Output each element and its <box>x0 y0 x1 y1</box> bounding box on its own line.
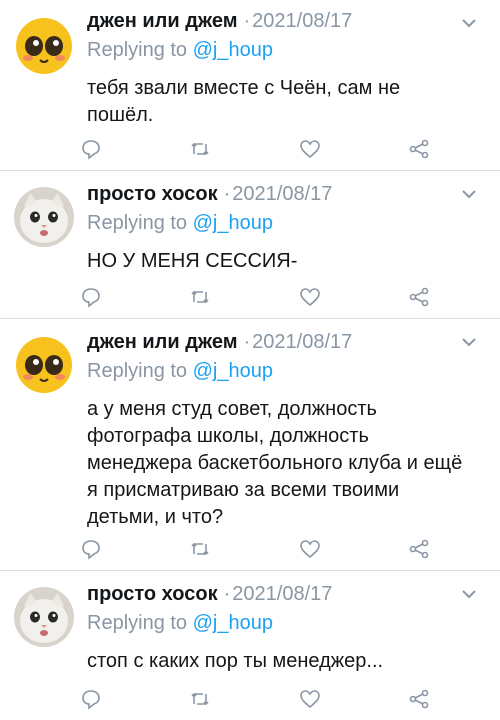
share-icon[interactable] <box>408 138 430 160</box>
chevron-down-icon[interactable] <box>460 585 478 603</box>
emoji-avatar-icon <box>16 18 72 74</box>
timeline: джен или джем · 2021/08/17 Replying to @… <box>0 0 500 720</box>
tweet-actions <box>80 688 430 710</box>
avatar[interactable] <box>14 587 74 647</box>
timestamp[interactable]: 2021/08/17 <box>232 583 332 606</box>
timestamp[interactable]: 2021/08/17 <box>252 331 352 354</box>
avatar[interactable] <box>14 16 74 76</box>
replying-to-label: Replying to <box>87 612 188 634</box>
retweet-icon[interactable] <box>189 286 211 308</box>
chevron-down-icon[interactable] <box>460 333 478 351</box>
replying-to-handle[interactable]: @j_houp <box>193 360 273 382</box>
tweet-text: тебя звали вместе с Чеён, сам не пошёл. <box>87 77 401 126</box>
replying-to-handle[interactable]: @j_houp <box>193 612 273 634</box>
share-icon[interactable] <box>408 688 430 710</box>
retweet-icon[interactable] <box>189 688 211 710</box>
tweet-actions <box>80 286 430 308</box>
replying-to-label: Replying to <box>87 212 188 234</box>
replying-to: Replying to @j_houp <box>87 612 480 638</box>
tweet-text: НО У МЕНЯ СЕССИЯ- <box>87 250 298 272</box>
separator: · <box>243 10 251 32</box>
avatar[interactable] <box>14 335 74 395</box>
author-name[interactable]: джен или джем <box>87 10 238 33</box>
timestamp[interactable]: 2021/08/17 <box>252 10 352 33</box>
retweet-icon[interactable] <box>189 138 211 160</box>
tweet-actions <box>80 138 430 160</box>
tweet-text: стоп с каких пор ты менеджер... <box>87 650 384 672</box>
tweet[interactable]: просто хосок · 2021/08/17 Replying to @j… <box>0 171 500 319</box>
replying-to-handle[interactable]: @j_houp <box>193 212 273 234</box>
like-icon[interactable] <box>299 286 321 308</box>
author-name[interactable]: просто хосок <box>87 583 218 606</box>
like-icon[interactable] <box>299 688 321 710</box>
replying-to: Replying to @j_houp <box>87 360 480 386</box>
cat-avatar-icon <box>14 587 74 647</box>
reply-icon[interactable] <box>80 538 102 560</box>
avatar[interactable] <box>14 187 74 247</box>
separator: · <box>223 183 231 205</box>
like-icon[interactable] <box>299 138 321 160</box>
replying-to-label: Replying to <box>87 39 188 61</box>
author-name[interactable]: джен или джем <box>87 331 238 354</box>
author-name[interactable]: просто хосок <box>87 183 218 206</box>
tweet[interactable]: джен или джем · 2021/08/17 Replying to @… <box>0 319 500 571</box>
retweet-icon[interactable] <box>189 538 211 560</box>
chevron-down-icon[interactable] <box>460 14 478 32</box>
tweet[interactable]: просто хосок · 2021/08/17 Replying to @j… <box>0 571 500 720</box>
replying-to-label: Replying to <box>87 360 188 382</box>
separator: · <box>243 331 251 353</box>
replying-to-handle[interactable]: @j_houp <box>193 39 273 61</box>
tweet-actions <box>80 538 430 560</box>
reply-icon[interactable] <box>80 688 102 710</box>
tweet[interactable]: джен или джем · 2021/08/17 Replying to @… <box>0 0 500 171</box>
timestamp[interactable]: 2021/08/17 <box>232 183 332 206</box>
chevron-down-icon[interactable] <box>460 185 478 203</box>
emoji-avatar-icon <box>16 337 72 393</box>
separator: · <box>223 583 231 605</box>
replying-to: Replying to @j_houp <box>87 212 480 238</box>
share-icon[interactable] <box>408 538 430 560</box>
replying-to: Replying to @j_houp <box>87 39 480 65</box>
like-icon[interactable] <box>299 538 321 560</box>
tweet-text: а у меня студ совет, должность фотографа… <box>87 398 463 528</box>
cat-avatar-icon <box>14 187 74 247</box>
reply-icon[interactable] <box>80 138 102 160</box>
reply-icon[interactable] <box>80 286 102 308</box>
share-icon[interactable] <box>408 286 430 308</box>
